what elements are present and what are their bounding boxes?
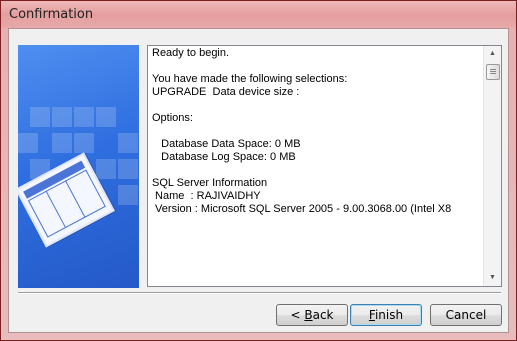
vertical-scrollbar[interactable]: ▲ ▼ (483, 46, 501, 286)
back-button-prefix: < (290, 308, 305, 322)
cancel-button[interactable]: Cancel (430, 304, 502, 326)
summary-line: Database Data Space: 0 MB (152, 138, 301, 150)
back-button-label: ack (312, 308, 334, 322)
summary-line: Name : RAJIVAIDHY (152, 190, 261, 202)
summary-line (152, 60, 483, 73)
confirmation-dialog: Confirmation Ready to begin. You have ma… (0, 0, 517, 341)
summary-line: UPGRADE Data device size : (152, 86, 300, 98)
back-button[interactable]: < Back (276, 304, 348, 326)
back-button-mnemonic: B (304, 308, 313, 322)
finish-button-label: inish (374, 308, 404, 322)
dialog-body: Ready to begin. You have made the follow… (8, 28, 509, 333)
title-bar[interactable]: Confirmation (1, 1, 516, 28)
summary-line (152, 125, 483, 138)
summary-line: Ready to begin. (152, 47, 230, 59)
separator-line (18, 292, 501, 294)
scroll-down-arrow-icon[interactable]: ▼ (484, 270, 501, 286)
wizard-banner-image (18, 45, 139, 288)
summary-line (152, 164, 483, 177)
selection-summary-textbox[interactable]: Ready to begin. You have made the follow… (147, 45, 502, 287)
finish-button[interactable]: Finish (350, 304, 422, 326)
dialog-title: Confirmation (9, 7, 94, 22)
scroll-thumb[interactable] (486, 64, 500, 80)
scroll-up-arrow-icon[interactable]: ▲ (484, 46, 501, 62)
summary-line: Options: (152, 112, 193, 124)
summary-line: SQL Server Information (152, 177, 268, 189)
summary-line: Database Log Space: 0 MB (152, 151, 296, 163)
summary-text: Ready to begin. You have made the follow… (152, 47, 483, 286)
summary-line: Version : Microsoft SQL Server 2005 - 9.… (152, 203, 452, 215)
summary-line: You have made the following selections: (152, 73, 348, 85)
summary-line (152, 99, 483, 112)
